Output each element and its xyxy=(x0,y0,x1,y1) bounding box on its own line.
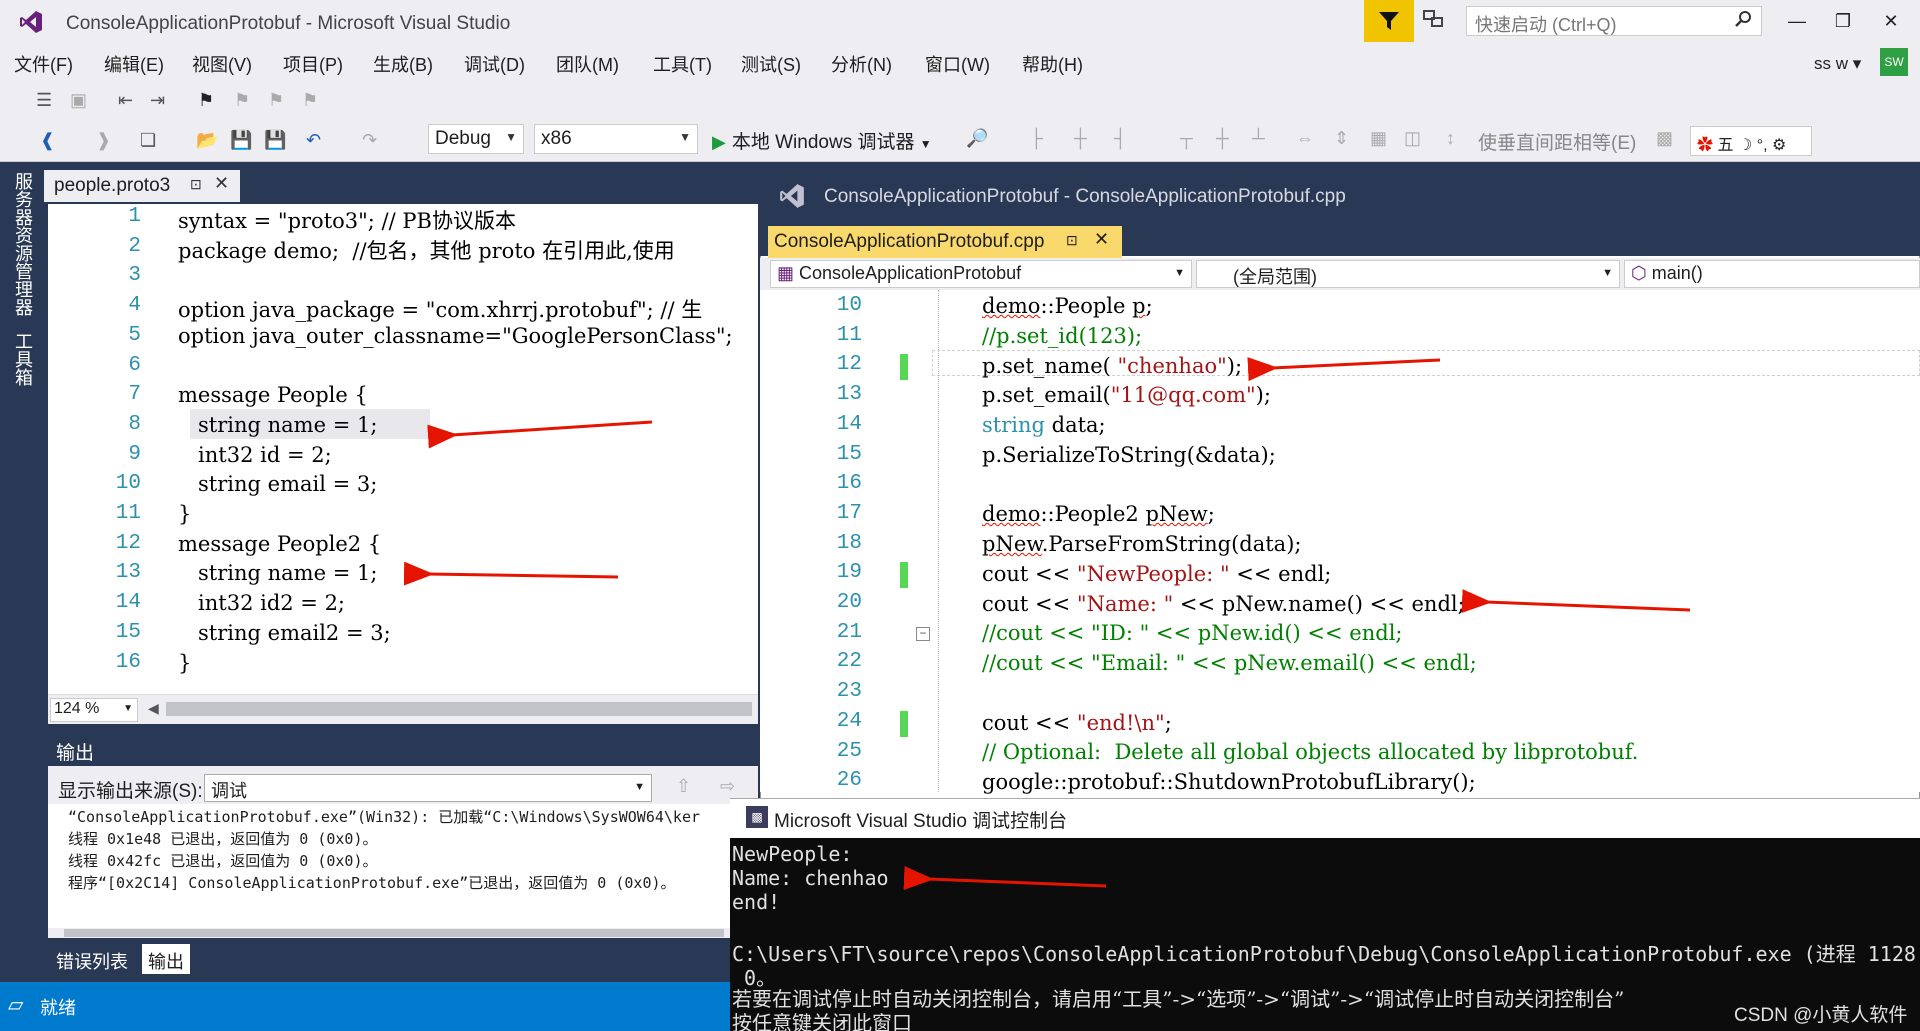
annotation-arrow xyxy=(403,561,619,586)
annotation-arrow xyxy=(427,420,653,449)
annotation-arrow xyxy=(1247,357,1441,382)
annotation-arrows xyxy=(403,357,1691,891)
annotation-arrow xyxy=(1461,589,1691,614)
annotation-arrow xyxy=(903,866,1107,891)
